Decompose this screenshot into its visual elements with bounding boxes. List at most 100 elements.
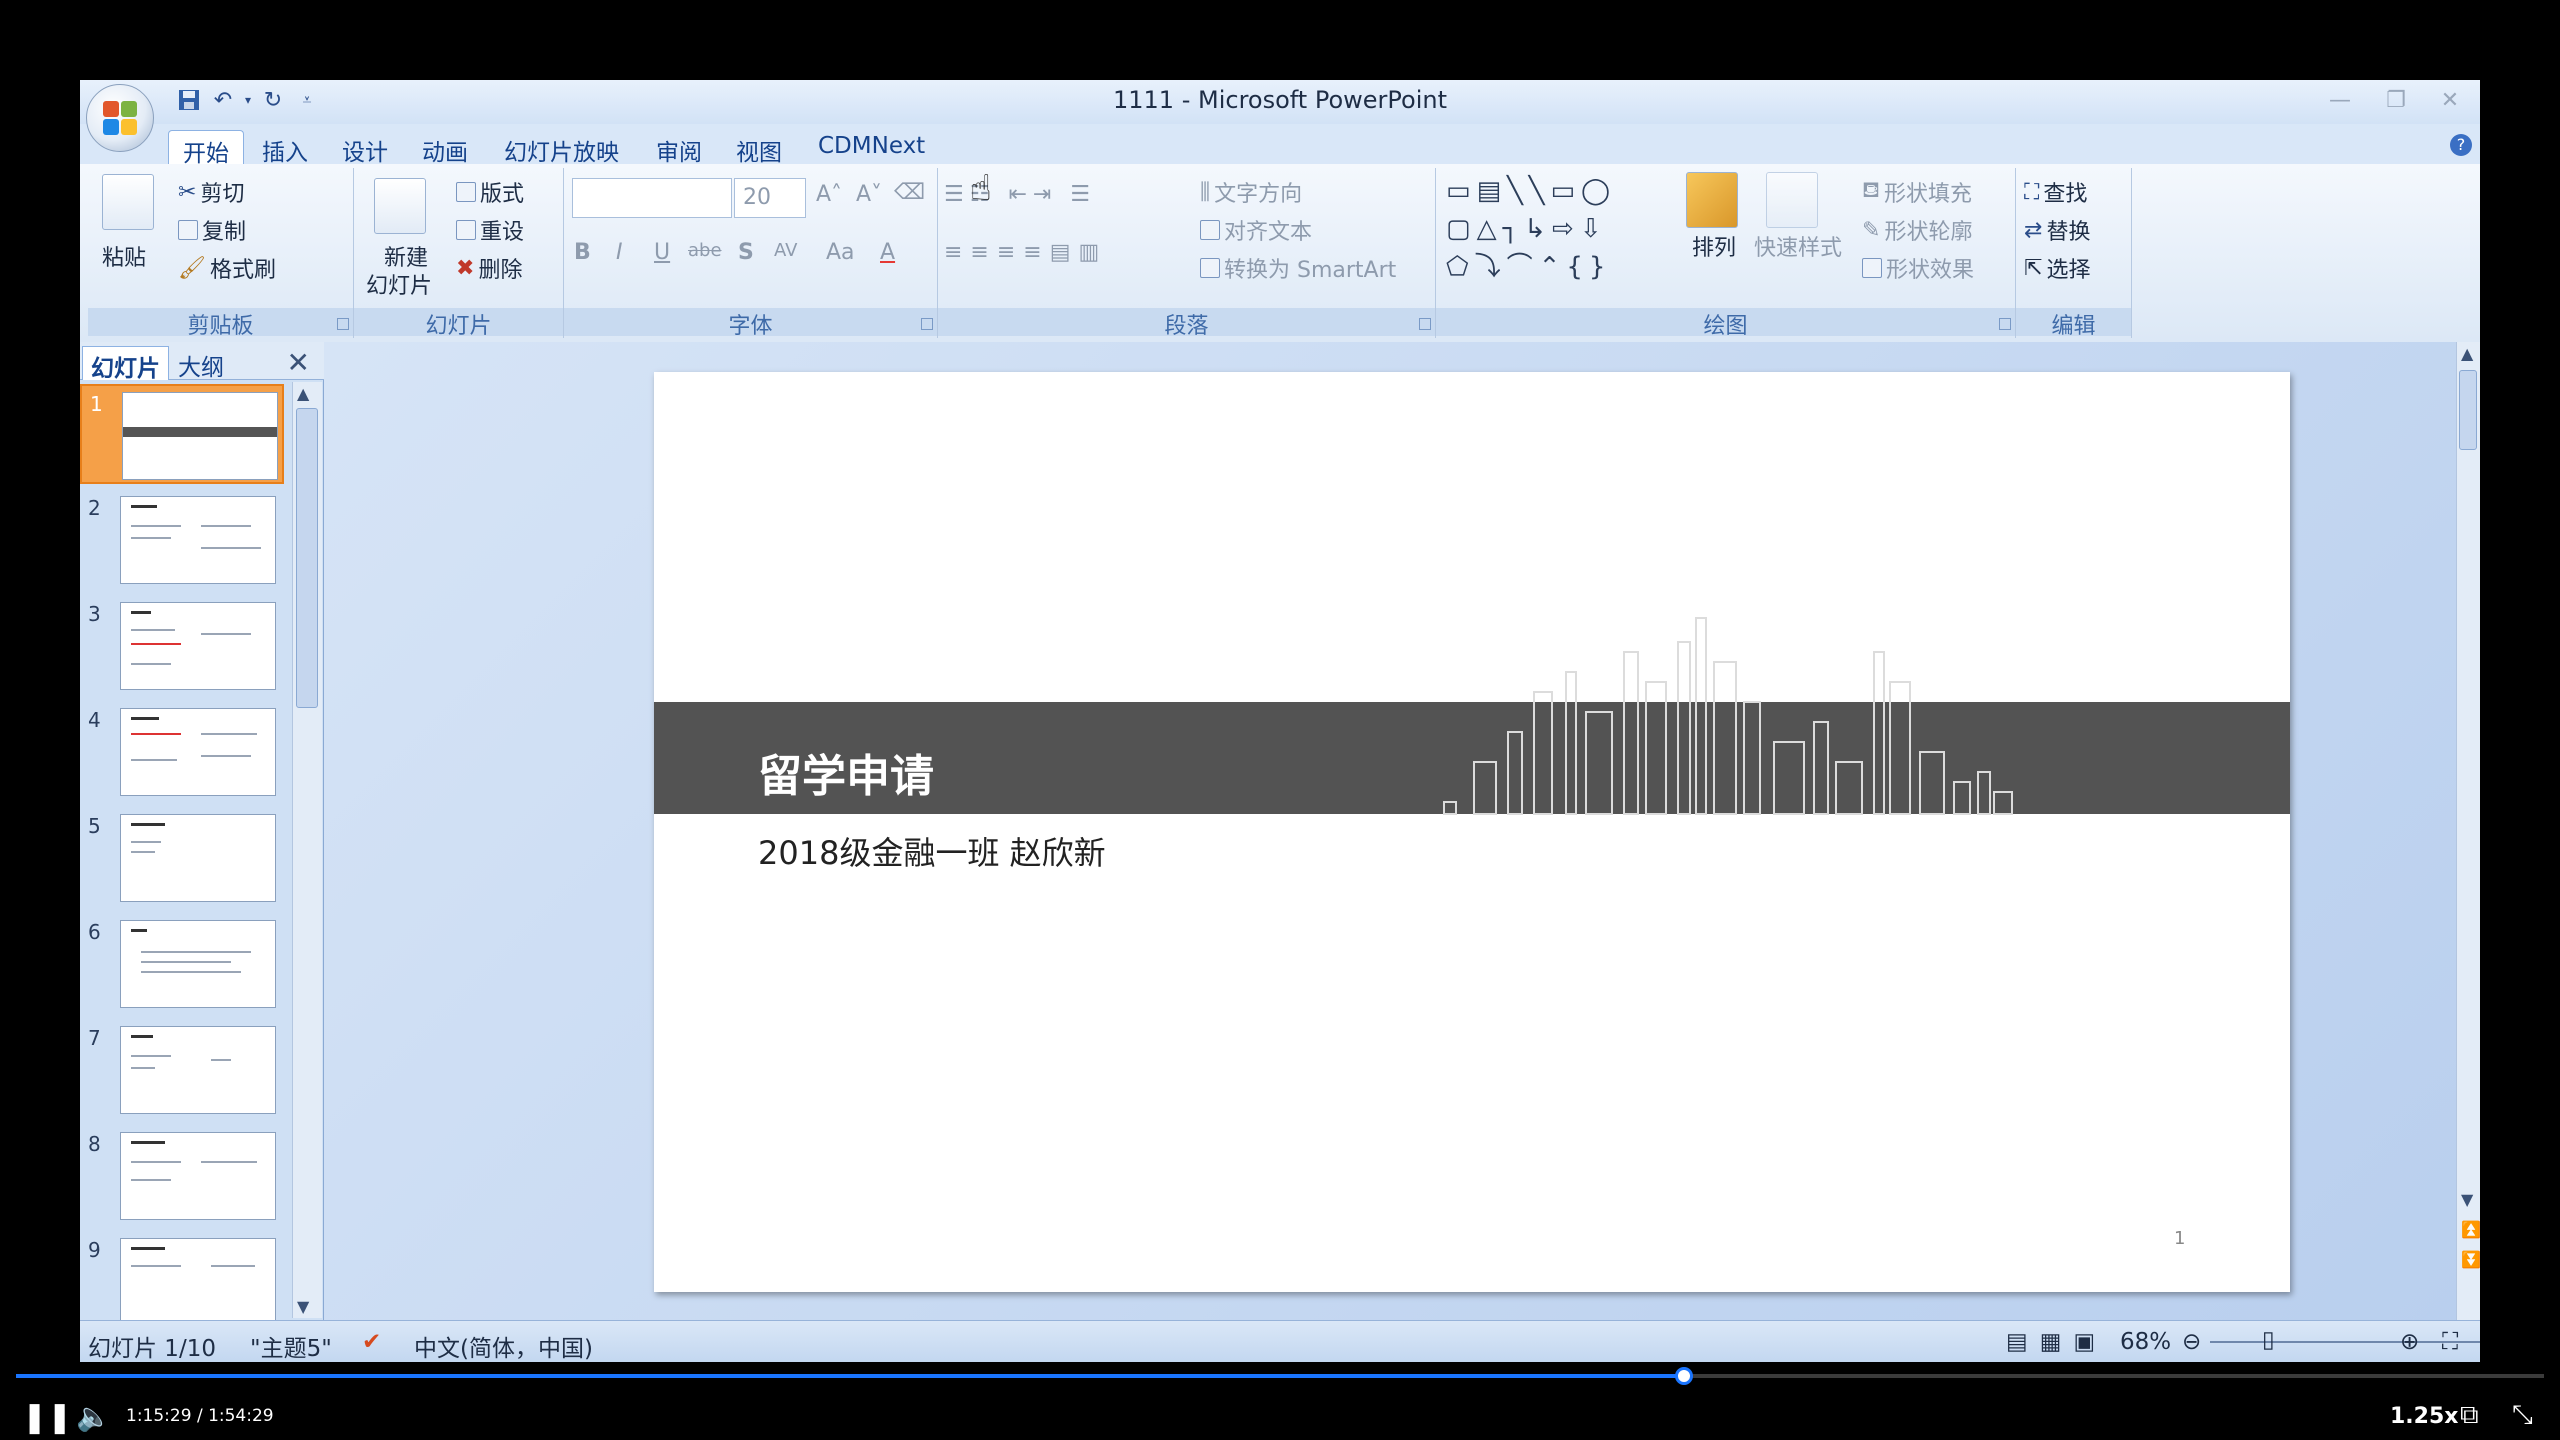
font-name-box[interactable] xyxy=(572,178,732,218)
scroll-thumb[interactable] xyxy=(296,408,318,708)
save-icon[interactable] xyxy=(174,85,204,115)
redo-icon[interactable]: ↻ xyxy=(258,85,288,115)
video-progress-bar[interactable] xyxy=(16,1367,2544,1385)
delete-slide-button[interactable]: ✖ 删除 xyxy=(456,252,522,284)
playback-speed[interactable]: 1.25x xyxy=(2390,1404,2458,1429)
tab-cdmnext[interactable]: CDMNext xyxy=(804,130,939,164)
view-buttons[interactable]: ▤▦▣ xyxy=(2006,1329,2107,1355)
format-painter-button[interactable]: 🖌 格式刷 xyxy=(178,252,276,284)
arrange-icon[interactable] xyxy=(1686,172,1738,228)
slide-thumbnail[interactable]: 1 xyxy=(80,384,284,484)
quick-styles-button[interactable]: 快速样式 xyxy=(1754,230,1842,262)
shapes-gallery[interactable]: ▭▤╲╲▭◯ ▢△┐↳⇨⇩ ⬠⤵⌒⌃{} xyxy=(1446,172,1656,286)
slide-subtitle[interactable]: 2018级金融一班 赵欣新 xyxy=(758,828,1106,874)
shape-fill-button[interactable]: ⛾ 形状填充 xyxy=(1862,176,1972,208)
layout-button[interactable]: 版式 xyxy=(456,176,524,208)
slide-thumbnail[interactable]: 7 xyxy=(80,1020,284,1120)
shrink-font-icon[interactable]: A˅ xyxy=(856,182,882,207)
shape-outline-button[interactable]: ✎ 形状轮廓 xyxy=(1862,214,1972,246)
picture-in-picture-icon[interactable]: ⧉ xyxy=(2460,1400,2479,1431)
minimize-button[interactable]: — xyxy=(2310,84,2370,116)
customize-qat-icon[interactable]: ⩡ xyxy=(292,85,322,115)
strikethrough-button[interactable]: abe xyxy=(688,240,722,261)
scroll-up-icon[interactable]: ▲ xyxy=(297,384,309,403)
zoom-slider[interactable] xyxy=(2210,1341,2480,1343)
previous-slide-icon[interactable]: ⏫ xyxy=(2461,1220,2480,1239)
alignment-buttons[interactable]: ≡≡≡≡▤▥ xyxy=(944,240,1107,265)
paste-button[interactable]: 粘贴 xyxy=(102,240,146,272)
tab-home[interactable]: 开始 xyxy=(168,130,244,167)
tab-outline[interactable]: 大纲 xyxy=(170,346,232,381)
zoom-out-icon[interactable]: ⊖ xyxy=(2182,1329,2201,1355)
tab-animations[interactable]: 动画 xyxy=(408,130,482,166)
select-button[interactable]: ⇱ 选择 xyxy=(2024,252,2090,284)
next-slide-icon[interactable]: ⏬ xyxy=(2461,1250,2480,1269)
undo-icon[interactable]: ↶ xyxy=(208,85,238,115)
slide-thumbnail[interactable]: 5 xyxy=(80,808,284,908)
video-progress-knob[interactable] xyxy=(1675,1367,1694,1385)
spell-check-icon[interactable]: ✔ xyxy=(362,1329,381,1355)
scroll-down-icon[interactable]: ▼ xyxy=(2461,1190,2473,1209)
zoom-slider-thumb[interactable]: ▯ xyxy=(2262,1327,2275,1353)
zoom-level[interactable]: 68% xyxy=(2120,1329,2171,1355)
undo-dropdown-icon[interactable]: ▾ xyxy=(242,85,254,115)
slide-scrollbar[interactable]: ▲ ▼ ⏫ ⏬ xyxy=(2456,342,2480,1320)
clipboard-launcher-icon[interactable] xyxy=(337,318,349,330)
reset-button[interactable]: 重设 xyxy=(456,214,524,246)
close-button[interactable]: ✕ xyxy=(2420,84,2480,116)
find-button[interactable]: ⛶ 查找 xyxy=(2024,176,2087,208)
shape-effects-button[interactable]: 形状效果 xyxy=(1862,252,1974,284)
slide-thumbnail[interactable]: 3 xyxy=(80,596,284,696)
font-size-box[interactable]: 20 xyxy=(734,178,806,218)
italic-button[interactable]: I xyxy=(616,240,623,265)
tab-slides[interactable]: 幻灯片 xyxy=(82,346,169,382)
tab-review[interactable]: 审阅 xyxy=(642,130,716,166)
clear-format-icon[interactable]: ⌫ xyxy=(894,180,925,205)
underline-button[interactable]: U xyxy=(654,240,670,265)
volume-icon[interactable]: 🔈 xyxy=(76,1400,111,1433)
new-slide-icon[interactable] xyxy=(374,178,426,234)
list-buttons[interactable]: ☰☷ ⇤⇥ ☰ xyxy=(944,182,1096,207)
scroll-down-icon[interactable]: ▼ xyxy=(297,1297,309,1316)
tab-design[interactable]: 设计 xyxy=(328,130,402,166)
office-button[interactable] xyxy=(86,84,154,152)
current-slide[interactable]: 留学申请 2018级金融一班 赵欣新 1 xyxy=(654,372,2290,1292)
thumbnails-scrollbar[interactable]: ▲ ▼ xyxy=(292,382,322,1318)
scroll-thumb[interactable] xyxy=(2459,370,2477,450)
text-direction-button[interactable]: ⫼ 文字方向 xyxy=(1200,176,1302,208)
close-icon[interactable]: ✕ xyxy=(287,346,310,379)
fit-to-window-icon[interactable]: ⛶ xyxy=(2442,1329,2458,1355)
copy-button[interactable]: 复制 xyxy=(178,214,246,246)
exit-fullscreen-icon[interactable]: ⤡ xyxy=(2512,1400,2533,1431)
help-icon[interactable]: ? xyxy=(2450,134,2472,156)
restore-button[interactable]: ❐ xyxy=(2366,84,2426,116)
align-text-button[interactable]: 对齐文本 xyxy=(1200,214,1312,246)
slide-thumbnail[interactable]: 2 xyxy=(80,490,284,590)
slide-thumbnail[interactable]: 9 xyxy=(80,1232,284,1332)
arrange-button[interactable]: 排列 xyxy=(1692,230,1736,262)
convert-smartart-button[interactable]: 转换为 SmartArt xyxy=(1200,252,1396,284)
cut-button[interactable]: ✂ 剪切 xyxy=(178,176,244,208)
change-case-button[interactable]: Aa xyxy=(826,240,855,265)
slide-thumbnail[interactable]: 8 xyxy=(80,1126,284,1226)
drawing-launcher-icon[interactable] xyxy=(1999,318,2011,330)
slide-thumbnail[interactable]: 4 xyxy=(80,702,284,802)
quick-styles-icon[interactable] xyxy=(1766,172,1818,228)
scroll-up-icon[interactable]: ▲ xyxy=(2461,344,2473,363)
font-color-button[interactable]: A xyxy=(880,240,895,265)
new-slide-label-2[interactable]: 幻灯片 xyxy=(366,268,432,300)
slide-title[interactable]: 留学申请 xyxy=(758,740,934,804)
tab-insert[interactable]: 插入 xyxy=(248,130,322,166)
paste-icon[interactable] xyxy=(102,174,154,230)
pause-icon[interactable]: ❚❚ xyxy=(22,1400,72,1435)
grow-font-icon[interactable]: A˄ xyxy=(816,182,842,207)
font-launcher-icon[interactable] xyxy=(921,318,933,330)
tab-view[interactable]: 视图 xyxy=(722,130,796,166)
replace-button[interactable]: ⇄ 替换 xyxy=(2024,214,2090,246)
paragraph-launcher-icon[interactable] xyxy=(1419,318,1431,330)
slide-thumbnail[interactable]: 6 xyxy=(80,914,284,1014)
char-spacing-button[interactable]: AV xyxy=(774,240,797,261)
zoom-in-icon[interactable]: ⊕ xyxy=(2400,1329,2419,1355)
tab-slideshow[interactable]: 幻灯片放映 xyxy=(490,130,633,166)
bold-button[interactable]: B xyxy=(574,240,591,265)
